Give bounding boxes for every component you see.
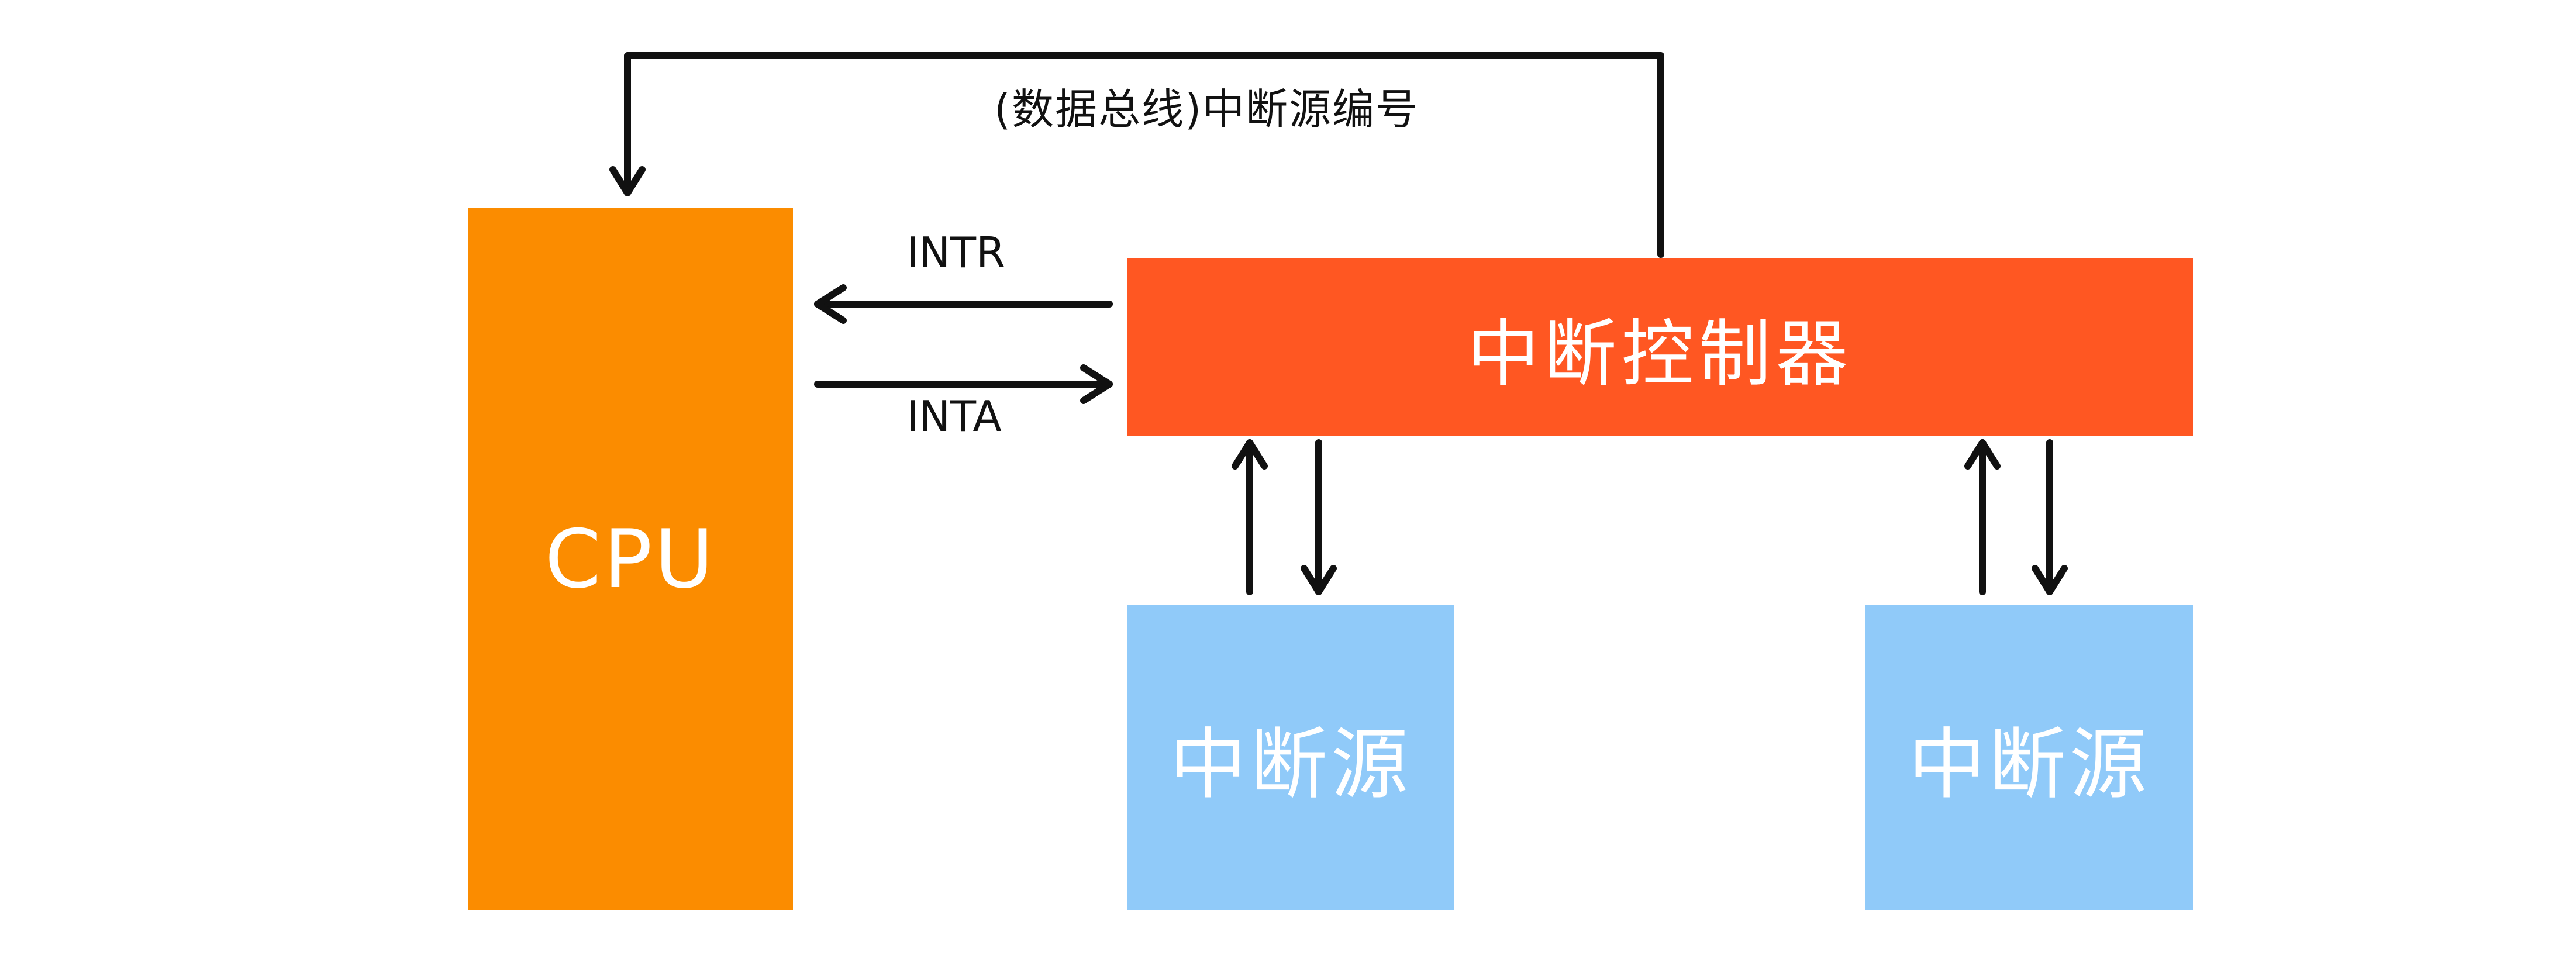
data-bus-label: (数据总线)中断源编号 [994, 85, 1419, 134]
cpu-label: CPU [544, 512, 716, 606]
interrupt-controller-block: 中断控制器 [1127, 258, 2193, 436]
interrupt-source-label-2: 中断源 [1908, 719, 2150, 810]
cpu-block: CPU [468, 208, 793, 910]
intr-label: INTR [906, 228, 1006, 277]
interrupt-source-block-2: 中断源 [1865, 605, 2193, 910]
interrupt-source-label-1: 中断源 [1170, 719, 1412, 810]
inta-label: INTA [906, 392, 1002, 441]
interrupt-source-block-1: 中断源 [1127, 605, 1454, 910]
interrupt-controller-label: 中断控制器 [1467, 312, 1853, 396]
